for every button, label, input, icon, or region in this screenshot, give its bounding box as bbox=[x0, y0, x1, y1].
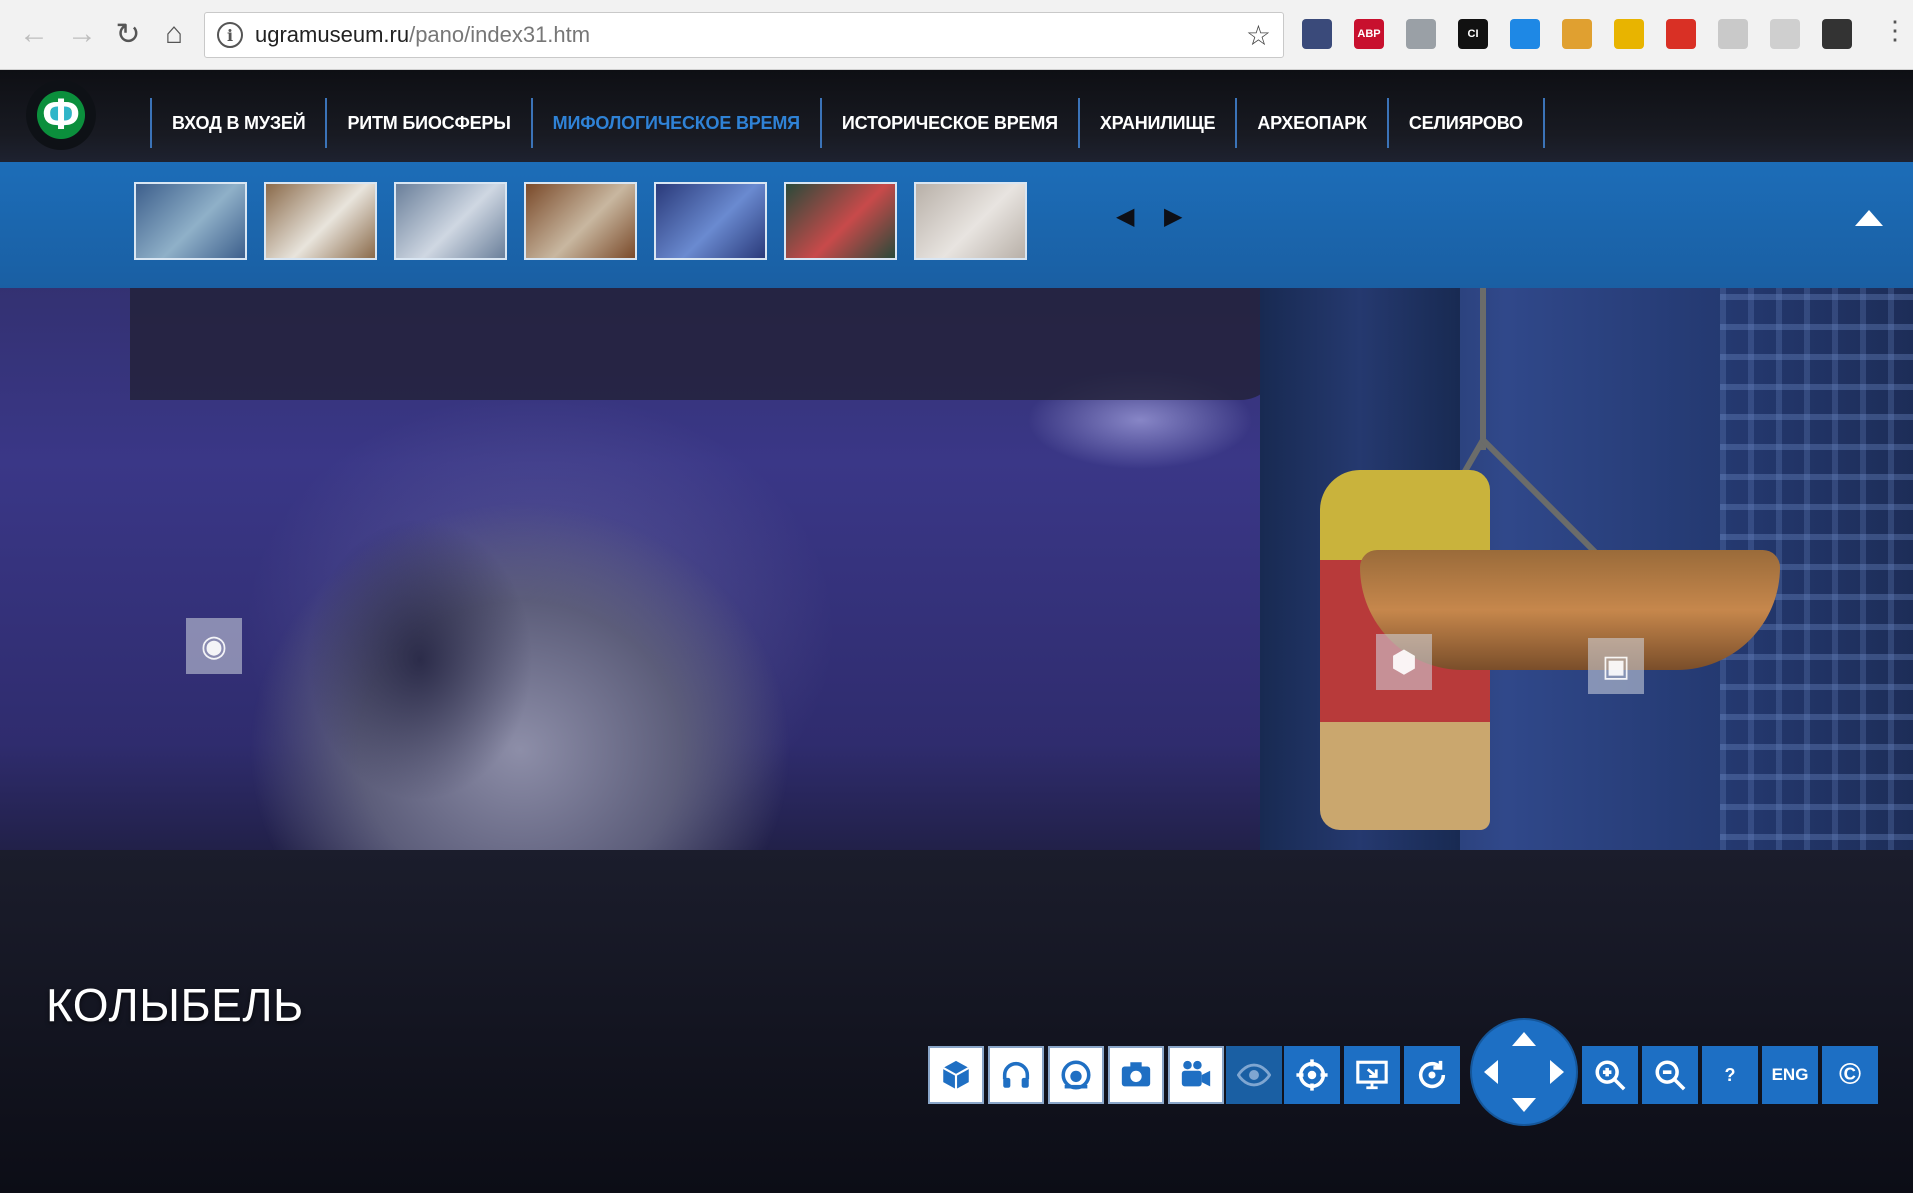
pan-down-icon[interactable] bbox=[1512, 1098, 1536, 1112]
museum-logo[interactable]: Ф bbox=[26, 80, 96, 150]
photo-button[interactable] bbox=[1108, 1046, 1164, 1104]
scene-thumbnail[interactable] bbox=[914, 182, 1027, 260]
audio-guide-button[interactable] bbox=[988, 1046, 1044, 1104]
menu-item[interactable]: МИФОЛОГИЧЕСКОЕ ВРЕМЯ bbox=[530, 98, 820, 148]
bookmark-star-icon[interactable]: ☆ bbox=[1246, 19, 1271, 52]
thumbs-prev-icon[interactable]: ◀ bbox=[1116, 202, 1134, 231]
rotate-icon bbox=[1418, 1060, 1446, 1089]
reload-icon[interactable]: ↻ bbox=[108, 14, 148, 54]
photo-hotspot-icon[interactable]: ▣ bbox=[1588, 638, 1644, 694]
copyright-button[interactable]: © bbox=[1822, 1046, 1878, 1104]
address-bar[interactable]: i ugramuseum.ru/pano/index31.htm ☆ bbox=[204, 12, 1284, 58]
audio-point-button[interactable] bbox=[1048, 1046, 1104, 1104]
scene-thumbnail[interactable] bbox=[784, 182, 897, 260]
menu-item[interactable]: РИТМ БИОСФЕРЫ bbox=[325, 98, 530, 148]
object-3d-button[interactable] bbox=[928, 1046, 984, 1104]
screenshot-ext-icon[interactable] bbox=[1302, 19, 1332, 49]
main-menu: ВХОД В МУЗЕЙ РИТМ БИОСФЕРЫ МИФОЛОГИЧЕСКОЕ … bbox=[150, 98, 1545, 148]
zoom-in-icon bbox=[1595, 1060, 1626, 1091]
ornament-band bbox=[130, 280, 1280, 400]
back-arrow-icon[interactable]: ← bbox=[14, 14, 54, 54]
cube-icon bbox=[942, 1060, 970, 1090]
thumbs-next-icon[interactable]: ▶ bbox=[1164, 202, 1182, 231]
collapse-strip-icon[interactable] bbox=[1855, 210, 1883, 226]
cloud-ext-icon[interactable] bbox=[1510, 19, 1540, 49]
red-book-ext-icon[interactable] bbox=[1666, 19, 1696, 49]
scene-thumbnail[interactable] bbox=[654, 182, 767, 260]
browser-menu-icon[interactable]: ⋮ bbox=[1882, 17, 1908, 43]
menu-item[interactable]: ВХОД В МУЗЕЙ bbox=[150, 98, 325, 148]
adblock-plus-icon[interactable]: ABP bbox=[1354, 19, 1384, 49]
navigation-dpad bbox=[1472, 1020, 1576, 1124]
scene-thumbnail[interactable] bbox=[264, 182, 377, 260]
help-label: ? bbox=[1724, 1064, 1736, 1085]
eye-icon bbox=[1237, 1063, 1271, 1087]
site-header: Ф ВХОД В МУЗЕЙ РИТМ БИОСФЕРЫ МИФОЛОГИЧЕСКО… bbox=[0, 70, 1913, 162]
scene-thumbnail[interactable] bbox=[394, 182, 507, 260]
scene-title: КОЛЫБЕЛЬ bbox=[46, 979, 304, 1031]
scene-thumbnail[interactable] bbox=[524, 182, 637, 260]
pan-right-icon[interactable] bbox=[1550, 1060, 1564, 1084]
audio-hotspot-icon[interactable]: ◉ bbox=[186, 618, 242, 674]
scene-thumbnail[interactable] bbox=[134, 182, 247, 260]
video-camera-icon bbox=[1181, 1060, 1211, 1087]
logo-glyph: Ф bbox=[42, 90, 80, 139]
shield-ext-icon[interactable] bbox=[1406, 19, 1436, 49]
menu-item[interactable]: СЕЛИЯРОВО bbox=[1386, 98, 1545, 148]
thumbnail-strip: ◀ ▶ bbox=[0, 162, 1913, 288]
zoom-out-icon bbox=[1655, 1060, 1686, 1091]
3d-object-hotspot-icon[interactable]: ⬢ bbox=[1376, 634, 1432, 690]
headphones-icon bbox=[1002, 1061, 1030, 1088]
gyroscope-button[interactable] bbox=[1284, 1046, 1340, 1104]
user-block-ext-icon[interactable] bbox=[1822, 19, 1852, 49]
zoom-in-button[interactable] bbox=[1582, 1046, 1638, 1104]
face-ext-icon[interactable] bbox=[1562, 19, 1592, 49]
forward-arrow-icon[interactable]: → bbox=[62, 14, 102, 54]
language-label: ENG bbox=[1771, 1065, 1809, 1084]
menu-item[interactable]: ИСТОРИЧЕСКОЕ ВРЕМЯ bbox=[819, 98, 1078, 148]
camera-icon bbox=[1121, 1062, 1151, 1087]
copyright-icon: © bbox=[1838, 1058, 1862, 1091]
bookmark-ext-icon[interactable] bbox=[1614, 19, 1644, 49]
monitor-icon bbox=[1356, 1060, 1388, 1090]
url-text[interactable]: ugramuseum.ru/pano/index31.htm bbox=[255, 22, 590, 48]
home-icon[interactable]: ⌂ bbox=[154, 14, 194, 54]
help-button[interactable]: ? bbox=[1702, 1046, 1758, 1104]
language-button[interactable]: ENG bbox=[1762, 1046, 1818, 1104]
browser-toolbar: ← → ↻ ⌂ i ugramuseum.ru/pano/index31.htm… bbox=[0, 0, 1913, 70]
menu-item[interactable]: АРХЕОПАРК bbox=[1235, 98, 1386, 148]
crosshair-icon bbox=[1296, 1059, 1328, 1091]
menu-item[interactable]: ХРАНИЛИЩЕ bbox=[1077, 98, 1235, 148]
zoom-out-button[interactable] bbox=[1642, 1046, 1698, 1104]
pan-up-icon[interactable] bbox=[1512, 1032, 1536, 1046]
speaker-disc-icon bbox=[1061, 1060, 1091, 1090]
gear-ext-icon[interactable] bbox=[1770, 19, 1800, 49]
ci-ext-icon[interactable]: CI bbox=[1458, 19, 1488, 49]
gray-doc-ext-icon[interactable] bbox=[1718, 19, 1748, 49]
hotspots-visibility-button[interactable] bbox=[1226, 1046, 1282, 1104]
thumbnail-list bbox=[134, 182, 1027, 260]
autorotate-button[interactable] bbox=[1404, 1046, 1460, 1104]
page-content: ◉ ⬢ ▣ Ф ВХОД В МУЗЕЙ РИТМ БИОСФЕРЫ МИФОЛОГ… bbox=[0, 70, 1913, 1193]
pan-left-icon[interactable] bbox=[1484, 1060, 1498, 1084]
video-button[interactable] bbox=[1168, 1046, 1224, 1104]
fullscreen-button[interactable] bbox=[1344, 1046, 1400, 1104]
site-info-icon[interactable]: i bbox=[217, 22, 243, 48]
